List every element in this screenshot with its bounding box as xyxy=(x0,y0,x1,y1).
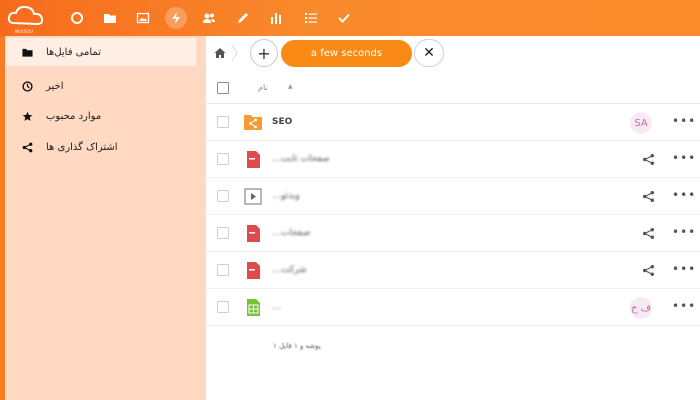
file-name[interactable]: …صفحات xyxy=(272,228,310,238)
shared-folder-icon xyxy=(244,115,262,130)
table-row[interactable]: …ویدئو ••• xyxy=(206,178,700,215)
brand-subtitle: NEXSOU xyxy=(15,29,34,34)
table-row[interactable]: …صفحات ثابت ••• xyxy=(206,141,700,178)
image-icon[interactable] xyxy=(133,8,153,28)
row-checkbox[interactable] xyxy=(217,190,229,202)
folder-icon xyxy=(20,45,34,59)
column-name-header[interactable]: نام xyxy=(258,83,268,92)
circle-icon[interactable] xyxy=(67,8,87,28)
chevron-right-icon xyxy=(231,44,238,62)
sidebar-item-label: تمامی فایل‌ها xyxy=(46,46,101,58)
sidebar-item-shares[interactable]: اشتراک گذاری ها xyxy=(6,133,196,161)
logo[interactable]: NEXSOU xyxy=(6,3,52,34)
video-file-icon xyxy=(244,188,262,205)
pdf-file-icon xyxy=(247,225,260,242)
upload-status-text: a few seconds xyxy=(310,48,383,59)
row-checkbox[interactable] xyxy=(217,116,229,128)
sidebar-item-label: اشتراک گذاری ها xyxy=(46,141,118,153)
star-icon xyxy=(20,109,34,123)
file-name[interactable]: …صفحات ثابت xyxy=(272,154,330,164)
share-icon xyxy=(20,140,34,154)
sort-caret-icon: ▲ xyxy=(288,83,293,90)
share-icon[interactable] xyxy=(642,264,655,277)
share-icon[interactable] xyxy=(642,190,655,203)
tasks-icon[interactable] xyxy=(301,8,321,28)
file-count-summary: پوشه و ۱ فایل ۱ xyxy=(273,342,321,350)
sidebar-item-all-files[interactable]: تمامی فایل‌ها xyxy=(6,38,196,66)
sidebar-accent-bar xyxy=(0,36,5,400)
bar-chart-icon[interactable] xyxy=(266,8,286,28)
select-all-checkbox[interactable] xyxy=(217,82,229,94)
row-checkbox[interactable] xyxy=(217,153,229,165)
more-actions-icon[interactable]: ••• xyxy=(672,300,695,314)
pencil-icon[interactable] xyxy=(233,8,253,28)
table-row[interactable]: …شرکت ••• xyxy=(206,252,700,289)
contacts-icon[interactable] xyxy=(199,8,219,28)
spreadsheet-file-icon xyxy=(247,299,260,316)
folder-icon[interactable] xyxy=(100,8,120,28)
sidebar-item-label: موارد محبوب xyxy=(46,110,102,122)
file-name[interactable]: …ویدئو xyxy=(272,191,300,201)
add-button[interactable]: + xyxy=(250,39,278,67)
top-header: NEXSOU xyxy=(0,0,700,36)
activity-icon[interactable] xyxy=(165,7,187,29)
row-checkbox[interactable] xyxy=(217,227,229,239)
sidebar-item-recent[interactable]: اخیر xyxy=(6,72,196,100)
pdf-file-icon xyxy=(247,151,260,168)
home-icon[interactable] xyxy=(214,47,226,59)
more-actions-icon[interactable]: ••• xyxy=(672,263,695,277)
checkmark-icon[interactable] xyxy=(334,8,354,28)
row-checkbox[interactable] xyxy=(217,301,229,313)
more-actions-icon[interactable]: ••• xyxy=(672,226,695,240)
cancel-upload-button[interactable]: ✕ xyxy=(414,39,444,67)
avatar[interactable]: ف ح xyxy=(630,297,652,319)
clock-icon xyxy=(20,79,34,93)
row-checkbox[interactable] xyxy=(217,264,229,276)
table-row[interactable]: … ف ح ••• xyxy=(206,289,700,326)
more-actions-icon[interactable]: ••• xyxy=(672,152,695,166)
pdf-file-icon xyxy=(247,262,260,279)
table-row[interactable]: SEO SA ••• xyxy=(206,104,700,141)
sidebar-item-favorites[interactable]: موارد محبوب xyxy=(6,102,196,130)
more-actions-icon[interactable]: ••• xyxy=(672,189,695,203)
share-icon[interactable] xyxy=(642,153,655,166)
upload-progress-bar: a few seconds xyxy=(281,40,412,67)
table-row[interactable]: …صفحات ••• xyxy=(206,215,700,252)
avatar[interactable]: SA xyxy=(630,112,652,134)
share-icon[interactable] xyxy=(642,227,655,240)
file-name[interactable]: SEO xyxy=(272,117,292,127)
sidebar-item-label: اخیر xyxy=(46,80,64,92)
more-actions-icon[interactable]: ••• xyxy=(672,115,695,129)
file-name[interactable]: …شرکت xyxy=(272,265,307,275)
file-list-header: نام ▲ xyxy=(206,72,700,104)
breadcrumb: + a few seconds ✕ xyxy=(206,36,700,70)
file-name[interactable]: … xyxy=(272,302,281,312)
